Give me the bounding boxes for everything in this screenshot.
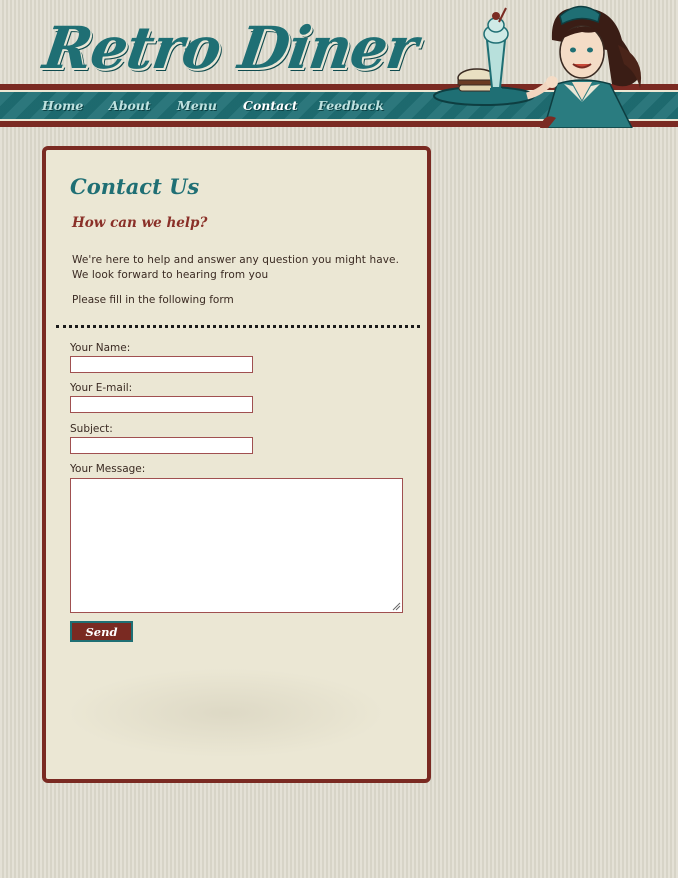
nav-about[interactable]: About	[109, 98, 151, 113]
page-subtitle: How can we help?	[72, 215, 208, 231]
name-field[interactable]	[70, 356, 253, 373]
form-instruction: Please fill in the following form	[72, 294, 234, 306]
message-field[interactable]	[70, 478, 403, 613]
nav-contact[interactable]: Contact	[243, 98, 298, 113]
site-logo[interactable]: Retro Diner	[39, 14, 421, 82]
contact-panel: Contact Us How can we help? We're here t…	[42, 146, 431, 783]
waitress-illustration-icon	[433, 5, 642, 128]
dotted-divider	[56, 325, 420, 328]
decorative-smudge	[66, 668, 386, 758]
send-button[interactable]: Send	[70, 621, 133, 642]
resize-handle-icon[interactable]	[392, 602, 401, 611]
site-header: Retro Diner Home About Menu Contact Feed…	[0, 0, 678, 130]
nav-menu[interactable]: Menu	[177, 98, 217, 113]
message-label: Your Message:	[70, 463, 146, 475]
email-label: Your E-mail:	[70, 382, 133, 394]
email-field[interactable]	[70, 396, 253, 413]
nav-feedback[interactable]: Feedback	[318, 98, 384, 113]
subject-label: Subject:	[70, 423, 113, 435]
subject-field[interactable]	[70, 437, 253, 454]
name-label: Your Name:	[70, 342, 131, 354]
nav-home[interactable]: Home	[42, 98, 83, 113]
page-title: Contact Us	[70, 174, 200, 199]
intro-text: We're here to help and answer any questi…	[72, 254, 400, 281]
